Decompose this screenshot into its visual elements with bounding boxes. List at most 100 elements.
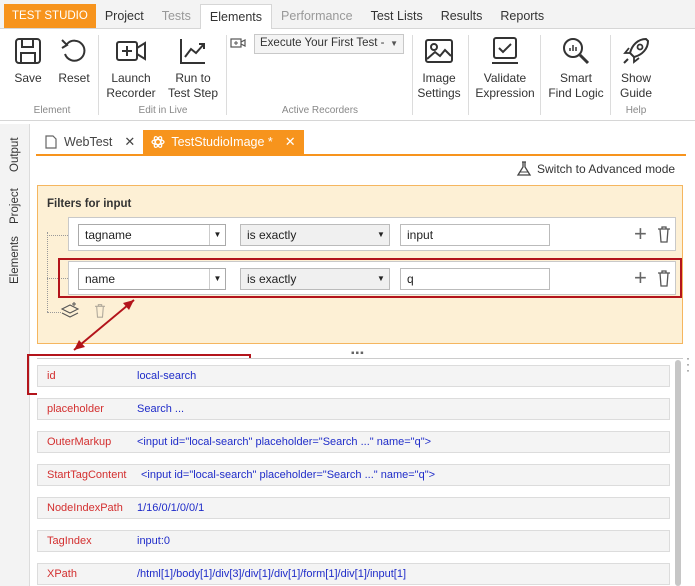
run-to-test-step-label-1: Run to [175, 71, 211, 85]
save-button[interactable]: Save [10, 35, 46, 86]
document-tabs: WebTest ✕ TestStudioImage * ✕ [36, 130, 304, 154]
property-name: placeholder [47, 403, 104, 415]
active-recorder-value: Execute Your First Test - [260, 37, 385, 49]
property-value: /html[1]/body[1]/div[3]/div[1]/div[1]/fo… [137, 568, 407, 580]
advanced-mode-label: Switch to Advanced mode [537, 162, 676, 176]
menu-tests[interactable]: Tests [153, 4, 200, 28]
elements-tab[interactable]: Elements [9, 236, 21, 284]
ribbon: Save Reset Element Launch Recorder Run t… [0, 29, 695, 121]
menu-test-lists[interactable]: Test Lists [362, 4, 432, 28]
property-row[interactable]: XPath /html[1]/body[1]/div[3]/div[1]/div… [37, 563, 670, 585]
name-row-highlight [58, 258, 682, 298]
property-row[interactable]: placeholder Search ... [37, 398, 670, 420]
tab-underline [36, 154, 686, 156]
menu-performance[interactable]: Performance [272, 4, 362, 28]
validate-expression-label-2: Expression [475, 86, 535, 100]
property-name: NodeIndexPath [47, 502, 123, 514]
show-guide-label-1: Show [620, 71, 652, 85]
property-value: 1/16/0/1/0/0/1 [137, 502, 205, 514]
flask-icon [516, 161, 532, 176]
validate-check-icon [492, 37, 518, 64]
attribute-select[interactable]: tagname ▼ [78, 224, 226, 246]
ribbon-separator [226, 35, 227, 115]
tab-teststudioimage[interactable]: TestStudioImage * ✕ [143, 130, 304, 154]
side-rail: Output Project Elements [0, 124, 30, 586]
property-row[interactable]: StartTagContent <input id="local-search"… [37, 464, 670, 486]
show-guide-button[interactable]: Show Guide [614, 35, 658, 101]
show-guide-label-2: Guide [619, 86, 653, 100]
properties-grid: id local-search placeholder Search ... O… [37, 358, 683, 586]
property-row[interactable]: NodeIndexPath 1/16/0/1/0/0/1 [37, 497, 670, 519]
add-filter-icon[interactable]: + [634, 223, 647, 245]
launch-recorder-button[interactable]: Launch Recorder [104, 35, 158, 101]
launch-recorder-label-2: Recorder [106, 86, 156, 100]
property-value: local-search [137, 370, 197, 382]
annotation-arrow [73, 299, 135, 351]
switch-to-advanced-mode-button[interactable]: Switch to Advanced mode [516, 161, 675, 177]
test-studio-menu[interactable]: TEST STUDIO [4, 4, 96, 28]
validate-expression-button[interactable]: Validate Expression [474, 35, 536, 101]
filters-title: Filters for input [47, 198, 132, 210]
scrollbar-thumb[interactable] [675, 360, 681, 586]
property-row[interactable]: TagIndex input:0 [37, 530, 670, 552]
active-recorder-dropdown[interactable]: Execute Your First Test - ▼ [254, 34, 404, 54]
smart-find-logic-button[interactable]: Smart Find Logic [546, 35, 606, 101]
property-name: StartTagContent [47, 469, 127, 481]
properties-scrollbar[interactable] [674, 360, 682, 586]
chevron-down-icon: ▼ [377, 230, 385, 239]
menu-bar: TEST STUDIO Project Tests Elements Perfo… [0, 0, 695, 29]
property-value: input:0 [137, 535, 171, 547]
smart-find-logic-label-2: Find Logic [548, 86, 604, 100]
smart-find-logic-label-1: Smart [559, 71, 592, 85]
trash-icon[interactable] [657, 225, 671, 243]
reset-button[interactable]: Reset [56, 35, 92, 86]
rocket-icon [623, 37, 650, 64]
ribbon-separator [468, 35, 469, 115]
magnifier-icon [563, 38, 590, 65]
menu-project[interactable]: Project [96, 4, 153, 28]
tab-webtest[interactable]: WebTest ✕ [36, 130, 144, 154]
panel-options-dots[interactable]: · · · [686, 352, 690, 376]
property-row[interactable]: id local-search [37, 365, 670, 387]
help-group-label: Help [625, 105, 647, 116]
menu-results[interactable]: Results [432, 4, 492, 28]
image-settings-label-2: Settings [417, 86, 461, 100]
property-row[interactable]: OuterMarkup <input id="local-search" pla… [37, 431, 670, 453]
ribbon-separator [540, 35, 541, 115]
image-icon [425, 39, 453, 63]
filter-row: tagname ▼ is exactly ▼ input + [68, 217, 676, 251]
menu-elements[interactable]: Elements [199, 4, 273, 29]
atom-icon [151, 136, 165, 148]
menu-reports[interactable]: Reports [491, 4, 553, 28]
tree-connector [47, 232, 48, 312]
run-to-test-step-button[interactable]: Run to Test Step [164, 35, 222, 101]
property-name: OuterMarkup [47, 436, 112, 448]
output-tab[interactable]: Output [9, 137, 21, 172]
close-icon[interactable]: ✕ [285, 134, 296, 150]
trend-chart-icon [180, 39, 205, 64]
project-tab[interactable]: Project [9, 188, 21, 224]
filter-value-input[interactable]: input [400, 224, 550, 246]
chevron-down-icon: ▼ [209, 225, 225, 245]
video-plus-icon [116, 41, 146, 61]
property-name: id [47, 370, 56, 382]
active-recorders-group-label: Active Recorders [281, 105, 359, 116]
operator-value: is exactly [247, 228, 297, 242]
edit-in-live-group-label: Edit in Live [138, 105, 188, 116]
save-icon [15, 38, 41, 64]
close-icon[interactable]: ✕ [124, 134, 135, 150]
element-group-label: Element [33, 105, 71, 116]
property-name: TagIndex [47, 535, 92, 547]
operator-select[interactable]: is exactly ▼ [240, 224, 390, 246]
ribbon-separator [610, 35, 611, 115]
reset-label: Reset [58, 71, 90, 85]
property-name: XPath [47, 568, 77, 580]
ribbon-separator [412, 35, 413, 115]
attribute-value: tagname [85, 228, 132, 242]
document-icon [45, 135, 57, 149]
image-settings-button[interactable]: Image Settings [414, 35, 464, 101]
tree-connector [47, 235, 68, 236]
reset-icon [61, 39, 86, 62]
ribbon-separator [98, 35, 99, 115]
tab-teststudioimage-label: TestStudioImage * [171, 135, 273, 149]
